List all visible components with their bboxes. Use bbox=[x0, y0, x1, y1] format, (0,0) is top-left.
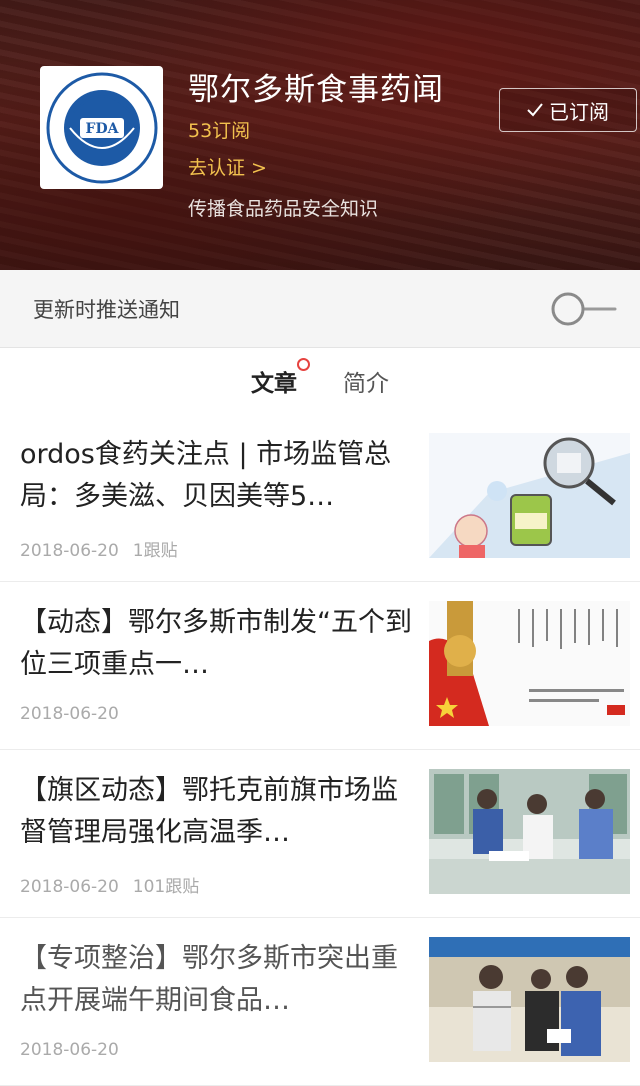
article-thumbnail bbox=[429, 601, 630, 726]
fda-seal-icon: FDA bbox=[46, 72, 157, 183]
list-item[interactable]: 【动态】鄂尔多斯市制发“五个到位三项重点一… 2018-06-20 bbox=[0, 582, 640, 750]
push-notify-label: 更新时推送通知 bbox=[33, 297, 180, 322]
article-date: 2018-06-20 bbox=[20, 704, 119, 724]
subscribed-label: 已订阅 bbox=[549, 99, 609, 124]
check-icon bbox=[527, 103, 543, 117]
article-meta: 2018-06-20 1跟贴 bbox=[20, 536, 178, 561]
article-list: ordos食药关注点 | 市场监管总局：多美滋、贝因美等5… 2018-06-2… bbox=[0, 414, 640, 1086]
list-item[interactable]: ordos食药关注点 | 市场监管总局：多美滋、贝因美等5… 2018-06-2… bbox=[0, 414, 640, 582]
article-comments: 101跟贴 bbox=[132, 877, 200, 897]
verify-link[interactable]: 去认证 > bbox=[188, 153, 267, 180]
subscriber-count: 53订阅 bbox=[188, 120, 251, 142]
article-date: 2018-06-20 bbox=[20, 877, 119, 897]
article-date: 2018-06-20 bbox=[20, 1040, 119, 1060]
article-meta: 2018-06-20 101跟贴 bbox=[20, 872, 199, 897]
list-item[interactable]: 【专项整治】鄂尔多斯市突出重点开展端午期间食品… 2018-06-20 bbox=[0, 918, 640, 1086]
article-title: ordos食药关注点 | 市场监管总局：多美滋、贝因美等5… bbox=[20, 439, 392, 512]
new-content-dot bbox=[297, 358, 310, 371]
svg-text:FDA: FDA bbox=[85, 121, 119, 137]
tab-articles[interactable]: 文章 bbox=[251, 358, 310, 398]
push-notify-row: 更新时推送通知 bbox=[0, 270, 640, 348]
article-meta: 2018-06-20 bbox=[20, 704, 119, 724]
content-tabs: 文章 简介 bbox=[0, 348, 640, 414]
tab-intro[interactable]: 简介 bbox=[343, 364, 389, 398]
article-title: 【旗区动态】鄂托克前旗市场监督管理局强化高温季… bbox=[20, 775, 398, 848]
article-title: 【专项整治】鄂尔多斯市突出重点开展端午期间食品… bbox=[20, 943, 398, 1016]
article-title: 【动态】鄂尔多斯市制发“五个到位三项重点一… bbox=[20, 607, 412, 680]
article-meta: 2018-06-20 bbox=[20, 1040, 119, 1060]
article-thumbnail bbox=[429, 433, 630, 558]
article-thumbnail bbox=[429, 937, 630, 1062]
account-name: 鄂尔多斯食事药闻 bbox=[188, 72, 444, 108]
article-thumbnail bbox=[429, 769, 630, 894]
push-notify-toggle[interactable] bbox=[551, 292, 619, 326]
account-header: FDA 鄂尔多斯食事药闻 53订阅 去认证 > 传播食品药品安全知识 已订阅 bbox=[0, 0, 640, 270]
article-date: 2018-06-20 bbox=[20, 541, 119, 561]
subscribed-button[interactable]: 已订阅 bbox=[499, 88, 637, 132]
list-item[interactable]: 【旗区动态】鄂托克前旗市场监督管理局强化高温季… 2018-06-20 101跟贴 bbox=[0, 750, 640, 918]
article-comments: 1跟贴 bbox=[132, 541, 178, 561]
account-description: 传播食品药品安全知识 bbox=[188, 198, 379, 220]
account-logo[interactable]: FDA bbox=[40, 66, 163, 189]
